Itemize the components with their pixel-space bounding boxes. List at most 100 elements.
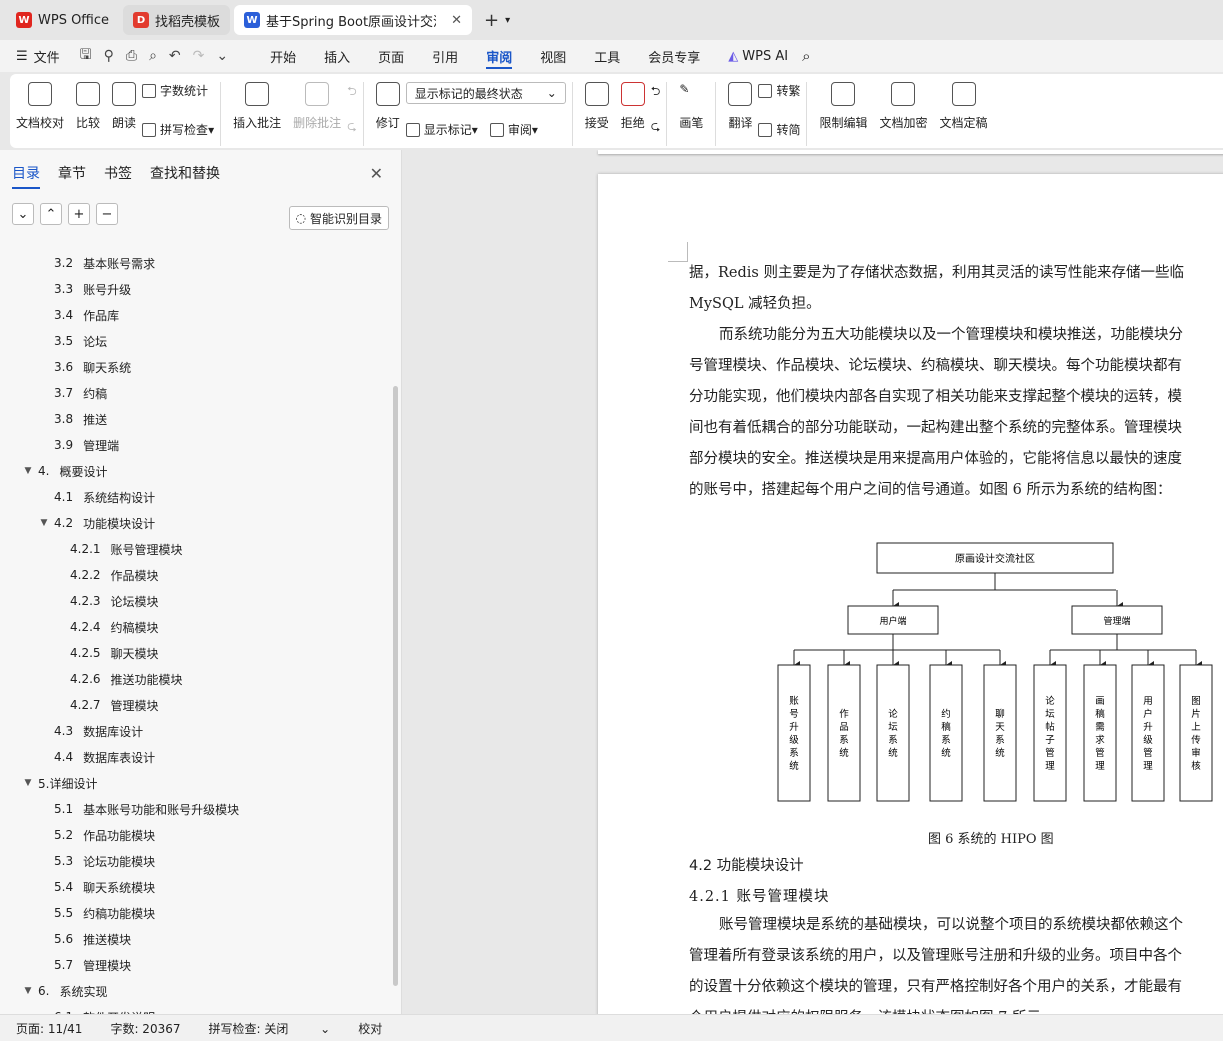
word-count-status[interactable]: 字数: 20367 [110,1020,180,1037]
panel-scrollbar[interactable] [393,386,398,986]
prev-comment-icon[interactable]: ⮌ [347,82,357,103]
tab-document[interactable]: W 基于Spring Boot原画设计交流 ✕ [234,5,473,35]
translate-button[interactable]: 翻译 [728,82,752,131]
toc-item[interactable]: 3.3 账号升级 [0,276,392,302]
menu-review[interactable]: 审阅 [472,40,526,72]
tab-docer[interactable]: D 找稻壳模板 [123,5,231,35]
prev-change-icon[interactable]: ⮌ [651,82,661,103]
insert-comment-button[interactable]: 插入批注 [233,82,281,131]
tab-toc[interactable]: 目录 [12,163,40,189]
doc-check-button[interactable]: 文档校对 [16,82,64,131]
toc-item[interactable]: 4.2.2 作品模块 [0,562,392,588]
pen-button[interactable]: ✎ 画笔 [679,82,703,131]
close-icon[interactable]: ✕ [451,13,462,28]
new-tab-icon[interactable]: + [484,10,499,31]
toc-item[interactable]: 4.2.1 账号管理模块 [0,536,392,562]
proof-status[interactable]: 校对 [358,1020,382,1037]
toc-title: 论坛模块 [110,594,159,609]
tab-bookmarks[interactable]: 书签 [104,163,132,183]
expand-arrow-icon[interactable]: ▼ [38,518,50,528]
link-icon[interactable]: ⚲ [104,48,114,64]
chevron-down-icon[interactable]: ▾ [505,15,510,26]
menu-reference[interactable]: 引用 [418,40,472,72]
next-change-icon[interactable]: ⮎ [651,117,661,138]
toc-item[interactable]: 4.3 数据库设计 [0,718,392,744]
toc-item[interactable]: 5.1 基本账号功能和账号升级模块 [0,796,392,822]
toc-item[interactable]: 4.2.6 推送功能模块 [0,666,392,692]
file-menu[interactable]: ☰ 文件 [10,40,74,72]
search-icon[interactable]: ⌕ [802,47,810,65]
redo-icon[interactable]: ↷ [193,48,205,64]
expand-arrow-icon[interactable]: ▼ [22,986,34,996]
toc-item[interactable]: 3.2 基本账号需求 [0,250,392,276]
accept-button[interactable]: 接受 [584,82,609,131]
toc-item[interactable]: 3.7 约稿 [0,380,392,406]
menu-tools[interactable]: 工具 [580,40,634,72]
toc-item[interactable]: 3.4 作品库 [0,302,392,328]
word-count-button[interactable]: 字数统计 [142,82,214,99]
wps-ai-button[interactable]: ◭ WPS AI [714,40,802,72]
revise-button[interactable]: 修订 [375,82,400,131]
compare-button[interactable]: 比较 [76,82,100,131]
spell-check-status[interactable]: 拼写检查: 关闭 ⌄ [209,1020,331,1037]
toc-item[interactable]: 4.2.4 约稿模块 [0,614,392,640]
to-traditional-button[interactable]: 转繁 [758,82,800,99]
print-icon[interactable]: ⎙ [126,48,137,64]
toc-item[interactable]: 5.7 管理模块 [0,952,392,978]
undo-icon[interactable]: ↶ [169,48,181,64]
toc-item[interactable]: 5.3 论坛功能模块 [0,848,392,874]
reject-button[interactable]: 拒绝 [620,82,645,131]
expand-arrow-icon[interactable]: ▼ [22,778,34,788]
toc-item[interactable]: ▼ 6. 系统实现 [0,978,392,1004]
toc-item[interactable]: 4.1 系统结构设计 [0,484,392,510]
document-page[interactable]: 据，Redis 则主要是为了存储状态数据，利用其灵活的读写性能来存储一些临 MyS… [598,174,1223,1014]
print-preview-icon[interactable]: ⌕ [149,48,157,64]
tab-find-replace[interactable]: 查找和替换 [150,163,220,183]
menu-start[interactable]: 开始 [256,40,310,72]
toc-item[interactable]: 4.4 数据库表设计 [0,744,392,770]
close-icon[interactable]: ✕ [370,164,383,183]
toc-item[interactable]: 5.2 作品功能模块 [0,822,392,848]
read-aloud-button[interactable]: 朗读 [112,82,136,131]
toc-item[interactable]: 3.8 推送 [0,406,392,432]
toc-item[interactable]: ▼ 4.2 功能模块设计 [0,510,392,536]
menu-page[interactable]: 页面 [364,40,418,72]
menu-member[interactable]: 会员专享 [634,40,714,72]
tab-chapters[interactable]: 章节 [58,163,86,183]
toc-item[interactable]: 4.2.5 聊天模块 [0,640,392,666]
toc-item[interactable]: 3.9 管理端 [0,432,392,458]
plus-icon[interactable]: + [68,203,90,225]
smart-toc-button[interactable]: ◌ 智能识别目录 [288,206,389,230]
toc-item[interactable]: 6.1软件开发说明 [0,1004,392,1014]
encrypt-button[interactable]: 文档加密 [879,82,928,131]
delete-comment-button[interactable]: 删除批注 [293,82,341,131]
finalize-button[interactable]: 文档定稿 [940,82,988,131]
next-comment-icon[interactable]: ⮎ [347,117,357,138]
minus-icon[interactable]: − [96,203,118,225]
toc-item[interactable]: 3.5 论坛 [0,328,392,354]
toc-title: 聊天系统模块 [83,880,156,895]
toc-item[interactable]: 4.2.7 管理模块 [0,692,392,718]
toc-item[interactable]: 3.6 聊天系统 [0,354,392,380]
chevron-down-icon[interactable]: ⌄ [12,203,34,225]
spell-check-button[interactable]: 拼写检查 ▾ [142,121,214,138]
toc-item[interactable]: ▼ 5.详细设计 [0,770,392,796]
page-indicator[interactable]: 页面: 11/41 [16,1020,82,1037]
show-markup-button[interactable]: 显示标记 ▾ [405,121,478,138]
menu-insert[interactable]: 插入 [310,40,364,72]
review-pane-button[interactable]: 审阅 ▾ [489,121,538,138]
tab-wps-office[interactable]: W WPS Office [6,5,119,35]
toc-item[interactable]: 5.4 聊天系统模块 [0,874,392,900]
restrict-edit-button[interactable]: 限制编辑 [819,82,867,131]
toc-item[interactable]: 5.6 推送模块 [0,926,392,952]
toc-item[interactable]: 5.5 约稿功能模块 [0,900,392,926]
menu-view[interactable]: 视图 [526,40,580,72]
toc-item[interactable]: 4.2.3 论坛模块 [0,588,392,614]
chevron-up-icon[interactable]: ⌃ [40,203,62,225]
expand-arrow-icon[interactable]: ▼ [22,466,34,476]
save-icon[interactable]: 🖫 [80,44,92,68]
to-simplified-button[interactable]: 转简 [758,121,800,138]
chevron-down-icon[interactable]: ⌄ [216,48,228,64]
toc-item[interactable]: ▼ 4. 概要设计 [0,458,392,484]
markup-select[interactable]: 显示标记的最终状态 ⌄ [405,82,566,104]
